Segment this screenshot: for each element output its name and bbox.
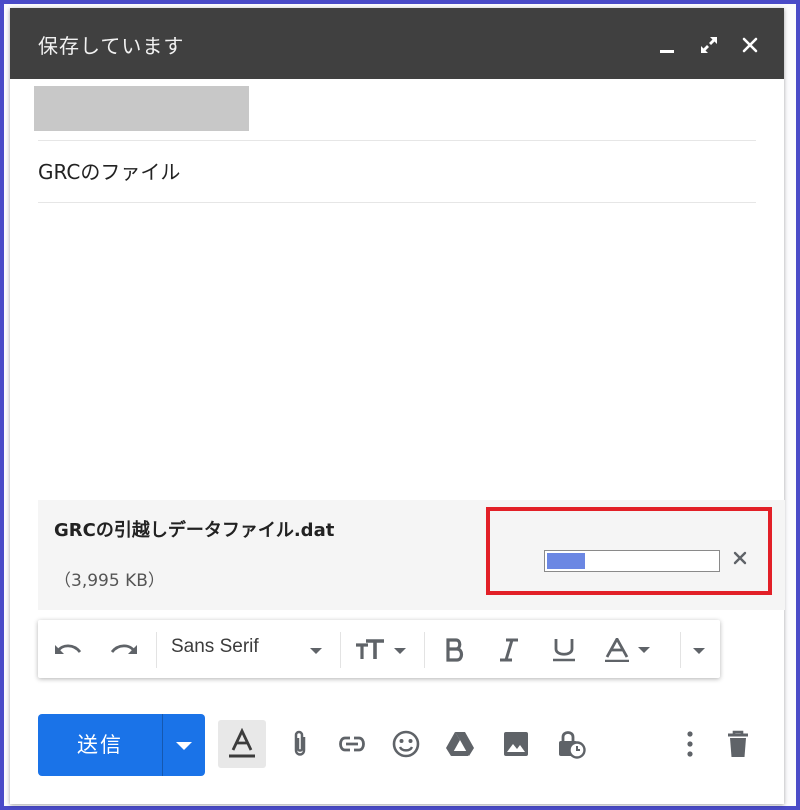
progress-highlight-box	[486, 507, 772, 595]
close-icon[interactable]	[739, 34, 761, 56]
text-color-icon[interactable]	[604, 638, 664, 662]
send-button[interactable]: 送信	[38, 714, 162, 776]
toolbar-separator	[680, 632, 681, 668]
undo-icon[interactable]	[52, 638, 86, 662]
font-family-select[interactable]: Sans Serif	[171, 636, 259, 658]
compose-window: 保存しています GRCのファイル GRCの引越しデータファイル.dat （3,9…	[10, 8, 785, 804]
attach-icon[interactable]	[284, 728, 316, 760]
send-button-group: 送信	[38, 714, 205, 776]
italic-icon[interactable]	[496, 638, 522, 662]
emoji-icon[interactable]	[390, 728, 422, 760]
drive-icon[interactable]	[444, 728, 476, 760]
subject-field[interactable]: GRCのファイル	[38, 156, 180, 188]
link-icon[interactable]	[336, 728, 368, 760]
more-formatting-icon[interactable]	[688, 638, 710, 662]
text-size-icon[interactable]	[354, 638, 410, 662]
photo-icon[interactable]	[500, 728, 532, 760]
toolbar-separator	[340, 632, 341, 668]
more-options-icon[interactable]	[674, 728, 706, 760]
compose-titlebar[interactable]: 保存しています	[10, 8, 784, 79]
send-options-icon[interactable]	[163, 714, 205, 776]
toolbar-separator	[424, 632, 425, 668]
subject-divider	[38, 202, 756, 203]
expand-icon[interactable]	[698, 34, 720, 56]
recipients-divider	[38, 140, 756, 141]
formatting-toggle-icon[interactable]	[226, 728, 258, 760]
formatting-toolbar: Sans Serif	[38, 620, 720, 678]
recipients-field-redacted[interactable]	[34, 86, 249, 131]
attachment-size: （3,995 KB）	[54, 571, 165, 591]
bold-icon[interactable]	[442, 638, 468, 662]
font-dropdown-icon[interactable]	[308, 638, 324, 662]
compose-title: 保存しています	[38, 34, 185, 58]
underline-icon[interactable]	[550, 638, 578, 662]
toolbar-separator	[156, 632, 157, 668]
confidential-mode-icon[interactable]	[554, 728, 586, 760]
minimize-icon[interactable]	[656, 34, 678, 56]
trash-icon[interactable]	[722, 728, 754, 760]
redo-icon[interactable]	[106, 638, 140, 662]
attachment-filename: GRCの引越しデータファイル.dat	[54, 520, 335, 541]
